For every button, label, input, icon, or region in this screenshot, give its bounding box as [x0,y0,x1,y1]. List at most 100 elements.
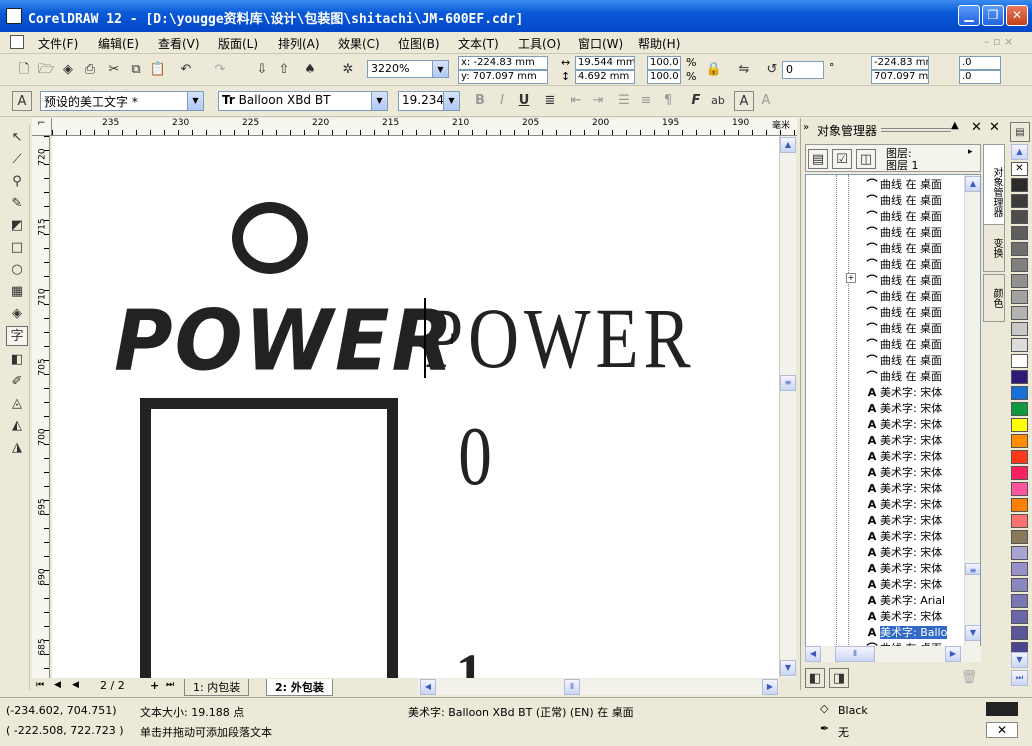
pick-tool-icon[interactable]: ↖ [6,128,28,148]
new-master-layer-icon[interactable]: ◨ [829,668,849,688]
paragraph-icon[interactable]: ¶ [658,91,678,111]
drawing-canvas[interactable]: POWER POWER I 0 1 [52,136,779,678]
freehand-tool-icon[interactable]: ✎ [6,194,28,214]
tree-row[interactable]: ⌒曲线 在 桌面 [864,257,943,273]
open-icon[interactable]: 🗁 [36,60,56,80]
tree-row[interactable]: ⌒曲线 在 桌面 [864,209,943,225]
tree-row[interactable]: ⌒曲线 在 桌面 [864,241,943,257]
tree-row[interactable]: ⌒曲线 在 桌面 [864,289,943,305]
menu-file[interactable]: 文件(F) [38,35,78,52]
outline-tool-icon[interactable]: ◬ [6,394,28,414]
eyedropper-tool-icon[interactable]: ✐ [6,372,28,392]
print-icon[interactable]: ⎙ [80,60,100,80]
color-swatch[interactable] [1011,354,1028,368]
tree-h-thumb[interactable]: ⦀ [835,646,875,662]
color-swatch[interactable] [1011,258,1028,272]
tree-row[interactable]: A 美术字: 宋体 [864,465,942,481]
tree-hscroll[interactable]: ◀ ⦀ ▶ [805,646,981,662]
delete-icon[interactable]: 🗑 [959,668,979,688]
tree-scroll-down[interactable]: ▼ [965,625,980,641]
bold-icon[interactable]: B [470,91,490,111]
edit-across-layers-icon[interactable]: ☑ [832,149,852,169]
tree-row[interactable]: ⌒曲线 在 桌面 [864,337,943,353]
color-swatch[interactable] [1011,418,1028,432]
tree-row[interactable]: A 美术字: 宋体 [864,577,942,593]
color-swatch[interactable] [1011,626,1028,640]
interactive-fill-tool-icon[interactable]: ◮ [6,438,28,458]
rectangle-shape[interactable] [140,398,398,678]
tree-row[interactable]: A 美术字: 宋体 [864,481,942,497]
color-swatch[interactable] [1011,322,1028,336]
docker-close-icon[interactable]: ✕ [971,120,982,135]
new-layer-icon[interactable]: ◧ [805,668,825,688]
fill-color-swatch[interactable] [986,702,1018,716]
menu-layout[interactable]: 版面(L) [218,35,258,52]
chevron-down-icon[interactable]: ▼ [187,92,203,110]
horizontal-ruler[interactable]: 235 230 225 220 215 210 205 200 195 190 … [52,118,797,136]
color-swatch[interactable] [1011,210,1028,224]
decrease-indent-icon[interactable]: ⇤ [566,91,586,111]
tree-row[interactable]: A 美术字: 宋体 [864,529,942,545]
color-swatch[interactable] [1011,178,1028,192]
prev-page-icon[interactable]: ◀ [54,680,61,690]
tree-row[interactable]: ⌒曲线 在 桌面 [864,321,943,337]
vertical-scrollbar[interactable]: ▲ ≡ ▼ [779,136,796,678]
tree-row[interactable]: ⌒曲线 在 桌面 [864,177,943,193]
power-thin-text[interactable]: POWER [424,288,695,388]
undo-icon[interactable]: ↶ [176,60,196,80]
chevron-down-icon[interactable]: ▼ [432,61,448,77]
increase-indent-icon[interactable]: ⇥ [588,91,608,111]
restore-button[interactable]: ❐ [982,5,1004,26]
color-swatch[interactable] [1011,194,1028,208]
smart-fill-tool-icon[interactable]: ◩ [6,216,28,236]
lock-ratio-icon[interactable]: 🔒 [704,60,724,80]
skew-vertical-field[interactable]: .0 [959,70,1001,84]
position-x-field[interactable]: -224.83 mm [871,56,929,70]
docker-close-all-icon[interactable]: ✕ [989,120,1000,135]
bullet-icon[interactable]: ☰ [614,91,634,111]
tree-row[interactable]: A 美术字: 宋体 [864,561,942,577]
docker-grip[interactable] [881,128,951,132]
format-text-icon[interactable]: F [686,91,706,111]
text-style-select[interactable]: 预设的美工文字 * ▼ [40,91,204,111]
palette-expand[interactable]: ⏭ [1011,670,1028,686]
tree-scroll-right[interactable]: ▶ [945,646,961,662]
font-family-select[interactable]: Tr Balloon XBd BT ▼ [218,91,388,111]
export-icon[interactable]: ⇧ [274,60,294,80]
tree-vscroll[interactable]: ▲ ≡ ▼ [964,175,980,661]
menu-edit[interactable]: 编辑(E) [98,35,139,52]
scroll-thumb[interactable]: ≡ [780,375,796,391]
width-field[interactable]: 19.544 mm [575,56,635,70]
no-fill-swatch[interactable]: ✕ [1011,162,1028,176]
application-launcher-icon[interactable]: ♠ [300,60,320,80]
minimize-button[interactable]: ▁ [958,5,980,26]
ruler-origin[interactable]: ⌐ [32,118,52,136]
chevron-down-icon[interactable]: ▼ [443,92,459,110]
scale-x-field[interactable]: 100.0 [647,56,681,70]
h-scroll-thumb[interactable]: ⦀ [564,679,580,695]
color-swatch[interactable] [1011,466,1028,480]
position-y-field[interactable]: 707.097 mr [871,70,929,84]
horizontal-text-icon[interactable]: A [734,91,754,111]
x-position-field[interactable]: x: -224.83 mm [458,56,548,70]
skew-horizontal-field[interactable]: .0 [959,56,1001,70]
basic-shapes-tool-icon[interactable]: ◈ [6,304,28,324]
scroll-down-button[interactable]: ▼ [780,660,796,676]
y-position-field[interactable]: y: 707.097 mm [458,70,548,84]
scale-y-field[interactable]: 100.0 [647,70,681,84]
vertical-ruler[interactable]: 720 715 710 705 700 695 690 685 [32,136,50,678]
doc-window-controls[interactable]: – ▫ × [984,35,1013,48]
zoom-level-select[interactable]: 3220% ▼ [367,60,449,78]
edit-text-icon[interactable]: ab [708,91,728,111]
rotation-angle-field[interactable]: 0 [782,61,824,79]
docker-tab-color[interactable]: 颜色 [983,274,1005,322]
power-circle-shape[interactable] [232,202,308,274]
menu-effects[interactable]: 效果(C) [338,35,380,52]
drop-cap-icon[interactable]: ≡ [636,91,656,111]
new-icon[interactable]: 🗋 [14,60,34,80]
height-field[interactable]: 4.692 mm [575,70,635,84]
color-swatch[interactable] [1011,546,1028,560]
save-icon[interactable]: ◈ [58,60,78,80]
page-tab-1[interactable]: 1: 内包装 [184,679,250,696]
zoom-tool-icon[interactable]: ⚲ [6,172,28,192]
